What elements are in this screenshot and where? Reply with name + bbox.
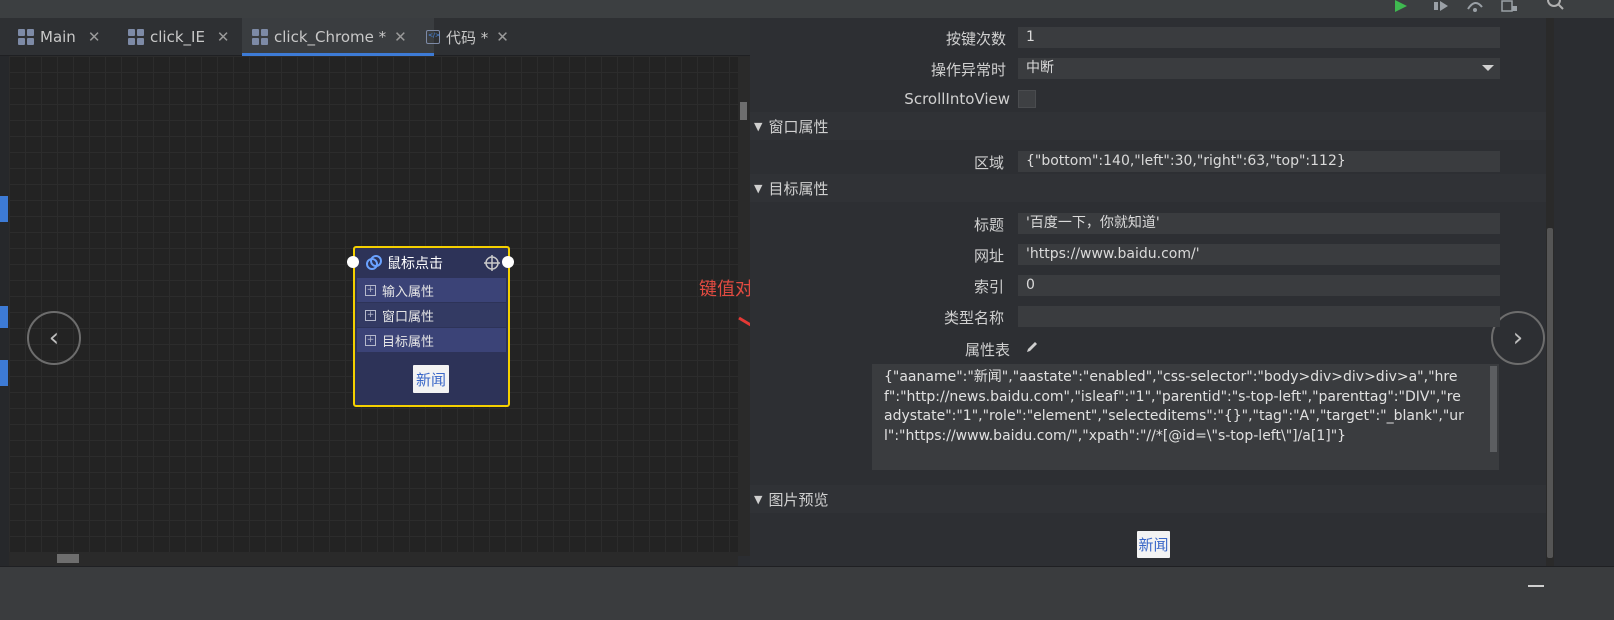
canvas-horizontal-scrollbar[interactable] [9, 552, 738, 566]
scrollbar-thumb[interactable] [57, 554, 79, 563]
section-target[interactable]: ▼ 目标属性 [750, 174, 1546, 202]
select-value: 中断 [1026, 60, 1054, 76]
close-icon[interactable]: ✕ [88, 28, 101, 46]
prop-label: ScrollIntoView [904, 90, 1010, 108]
element-thumbnail: 新闻 [413, 365, 449, 393]
debug-step-icon[interactable] [1432, 0, 1450, 12]
section-window[interactable]: ▼ 窗口属性 [750, 112, 1546, 140]
far-right-strip [1554, 18, 1614, 566]
grid-icon [252, 29, 268, 45]
tab-label: click_Chrome * [274, 28, 387, 46]
step-into-icon[interactable] [1500, 0, 1518, 12]
activity-header: 鼠标点击 [355, 248, 508, 278]
prop-label: 网址 [973, 247, 1004, 265]
crosshair-icon[interactable] [484, 255, 500, 275]
run-icon[interactable] [1394, 0, 1408, 12]
card-row-input[interactable]: + 输入属性 [357, 278, 506, 302]
collapse-icon[interactable]: ▼ [754, 493, 762, 506]
edit-pencil-icon[interactable] [1025, 340, 1039, 358]
scrollbar-thumb[interactable] [740, 102, 747, 120]
prop-label: 索引 [973, 278, 1004, 296]
preview-image: 新闻 [1137, 531, 1170, 558]
prop-value-url[interactable]: 'https://www.baidu.com/' [1018, 244, 1500, 265]
attribute-table-textarea[interactable]: {"aaname":"新闻","aastate":"enabled","css-… [872, 364, 1499, 470]
tab-main[interactable]: Main ✕ [8, 18, 110, 56]
close-icon[interactable]: ✕ [394, 28, 407, 46]
annotation-label: 键值对 [699, 279, 753, 300]
collapse-icon[interactable]: ▼ [754, 182, 762, 195]
scroll-into-view-checkbox[interactable] [1018, 90, 1036, 108]
card-row-label: 目标属性 [382, 334, 435, 350]
prop-label: 标题 [973, 216, 1004, 234]
collapse-icon[interactable]: ▼ [754, 120, 762, 133]
prop-label: 按键次数 [945, 30, 1006, 48]
tab-bar: Main ✕ click_IE ✕ click_Chrome * ✕ 代码 * … [0, 18, 770, 56]
scrollbar-thumb[interactable] [1547, 228, 1553, 558]
preview-text: 新闻 [1138, 536, 1169, 554]
connector-in[interactable] [347, 256, 359, 268]
tab-click-ie[interactable]: click_IE ✕ [118, 18, 240, 56]
textarea-scrollbar[interactable] [1490, 366, 1497, 452]
grid-icon [128, 29, 144, 45]
section-title: 窗口属性 [768, 117, 829, 136]
tab-code[interactable]: 代码 * ✕ [416, 18, 519, 56]
prop-value-click-count[interactable]: 1 [1018, 27, 1500, 48]
prop-label: 区域 [973, 154, 1004, 172]
tab-label: Main [40, 28, 76, 46]
step-over-icon[interactable] [1466, 0, 1484, 12]
prop-label: 属性表 [964, 341, 1010, 359]
close-icon[interactable]: ✕ [217, 28, 230, 46]
search-icon[interactable] [1544, 0, 1566, 12]
card-row-window[interactable]: + 窗口属性 [357, 303, 506, 327]
prop-value-region[interactable]: {"bottom":140,"left":30,"right":63,"top"… [1018, 151, 1500, 172]
thumbnail-text: 新闻 [415, 370, 446, 389]
prev-button[interactable]: ‹ [27, 311, 81, 365]
chevron-down-icon[interactable] [1482, 58, 1494, 79]
left-rail [0, 56, 9, 570]
link-icon [365, 254, 383, 272]
prop-value-type-name[interactable] [1018, 306, 1500, 327]
card-row-target[interactable]: + 目标属性 [357, 328, 506, 352]
close-icon[interactable]: ✕ [496, 28, 509, 46]
section-title: 图片预览 [768, 490, 829, 509]
prop-value-index[interactable]: 0 [1018, 275, 1500, 296]
rail-marker [0, 360, 8, 386]
chevron-left-icon: ‹ [48, 323, 60, 353]
expand-icon[interactable]: + [365, 284, 376, 296]
expand-icon[interactable]: + [365, 334, 376, 346]
expand-icon[interactable]: + [365, 309, 376, 321]
activity-title: 鼠标点击 [387, 256, 443, 272]
prop-value-title[interactable]: '百度一下，你就知道' [1018, 213, 1500, 234]
bottom-bar [0, 566, 1614, 620]
minimize-icon[interactable] [1528, 585, 1544, 587]
prop-select-on-error[interactable]: 中断 [1018, 58, 1500, 79]
panel-scrollbar[interactable] [1546, 18, 1554, 566]
prop-label: 操作异常时 [930, 61, 1006, 79]
section-image-preview[interactable]: ▼ 图片预览 [750, 485, 1546, 513]
connector-out[interactable] [502, 256, 514, 268]
rail-marker [0, 306, 8, 328]
chevron-right-icon: › [1512, 323, 1524, 353]
rail-marker [0, 196, 8, 222]
card-row-label: 输入属性 [382, 284, 435, 300]
section-title: 目标属性 [768, 179, 829, 198]
prop-label: 类型名称 [943, 309, 1004, 327]
tab-label: click_IE [150, 28, 205, 46]
card-row-label: 窗口属性 [382, 309, 435, 325]
tab-click-chrome[interactable]: click_Chrome * ✕ [242, 18, 434, 56]
activity-card[interactable]: 鼠标点击 + 输入属性 + 窗口属性 + 目标属性 新闻 [353, 246, 510, 407]
tab-label: 代码 * [446, 28, 489, 47]
grid-icon [18, 29, 34, 45]
code-icon [426, 30, 440, 44]
top-toolbar-strip [0, 0, 1614, 18]
canvas-vertical-scrollbar[interactable] [738, 56, 750, 556]
attribute-json-text: {"aaname":"新闻","aastate":"enabled","css-… [884, 369, 1464, 444]
